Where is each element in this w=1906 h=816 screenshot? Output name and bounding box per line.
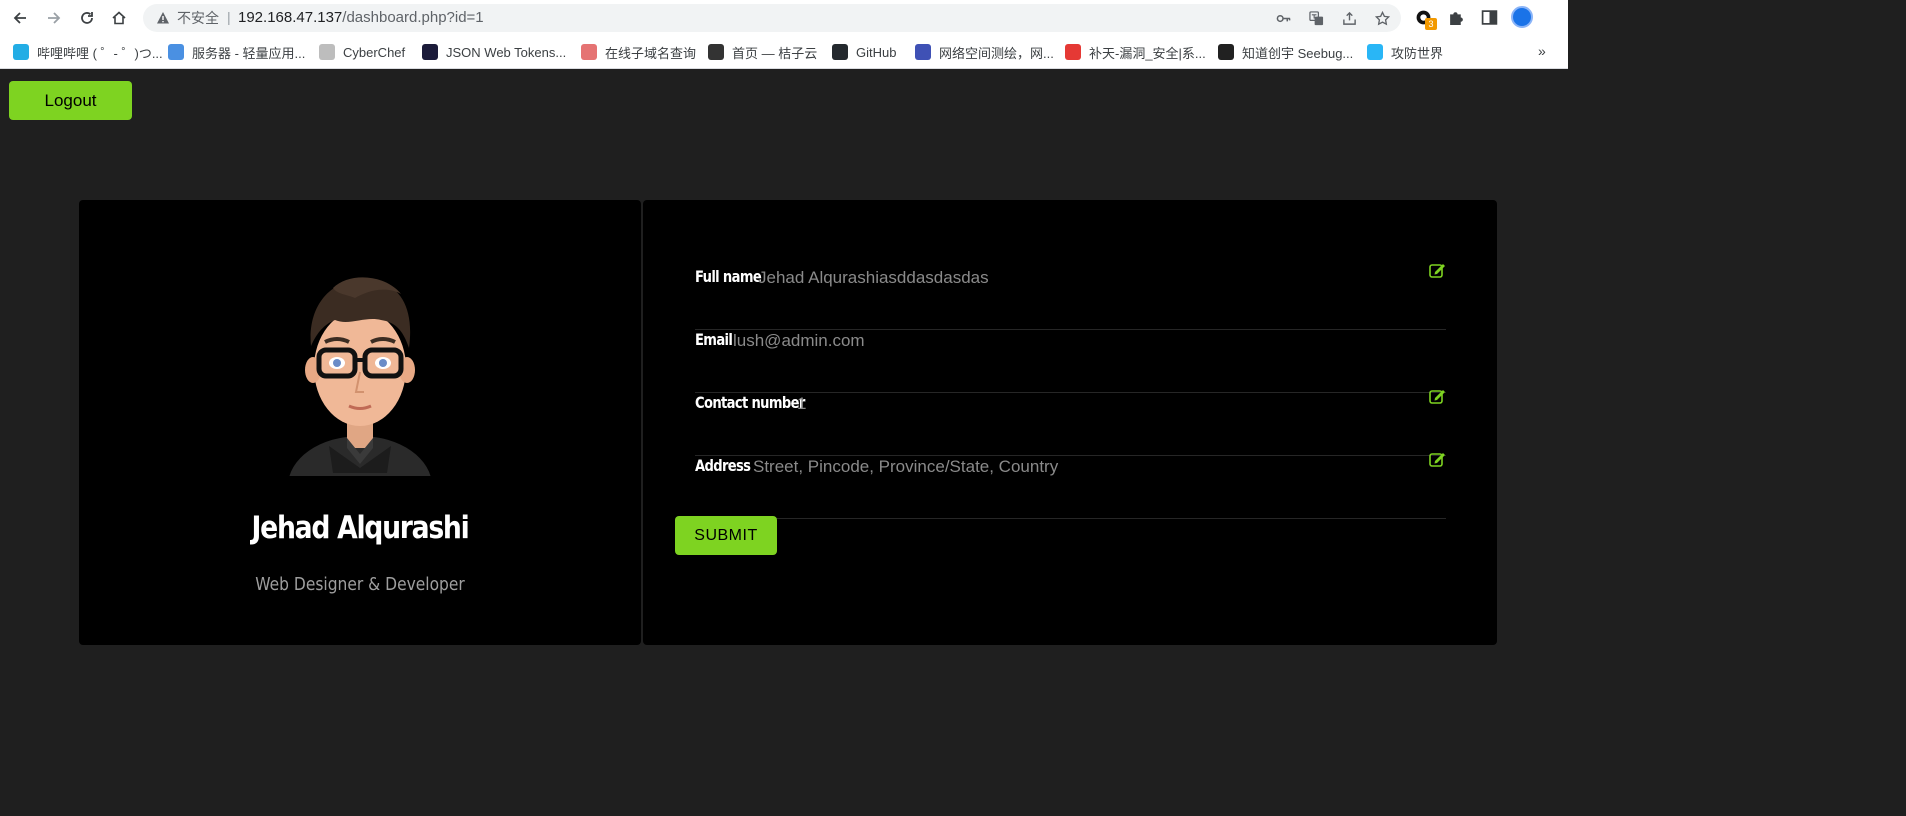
- bookmark-label: GitHub: [856, 44, 897, 60]
- submit-button[interactable]: SUBMIT: [675, 516, 777, 555]
- bookmark-star-button[interactable]: [1373, 9, 1391, 27]
- bookmark-item[interactable]: 攻防世界: [1367, 43, 1443, 61]
- fox-icon: [581, 44, 597, 60]
- address-value[interactable]: Street, Pincode, Province/State, Country: [753, 457, 1058, 477]
- extensions-menu-button[interactable]: [1445, 6, 1467, 28]
- email-value: lush@admin.com: [733, 331, 865, 350]
- arrow-left-icon: [13, 12, 26, 24]
- profile-role: Web Designer & Developer: [255, 574, 465, 595]
- seebug-icon: [1218, 44, 1234, 60]
- field-address: Address Street, Pincode, Province/State,…: [695, 453, 1446, 519]
- security-separator: |: [227, 9, 231, 25]
- chef-hat-icon: [319, 44, 335, 60]
- github-icon: [832, 44, 848, 60]
- bookmark-item[interactable]: 补天-漏洞_安全|系...: [1065, 43, 1206, 61]
- avatar: [289, 277, 431, 476]
- bookmark-label: 攻防世界: [1391, 45, 1444, 61]
- share-icon: [1342, 11, 1356, 25]
- translate-button[interactable]: [1307, 9, 1325, 27]
- edit-icon[interactable]: [1429, 451, 1446, 467]
- password-key-button[interactable]: [1274, 9, 1292, 27]
- bookmark-item[interactable]: 在线子域名查询: [581, 43, 696, 61]
- edit-icon[interactable]: [1429, 262, 1446, 278]
- translate-icon: [1308, 10, 1323, 25]
- edit-icon[interactable]: [1429, 388, 1446, 404]
- bookmark-item[interactable]: 首页 — 桔子云: [708, 43, 817, 61]
- security-label[interactable]: 不安全: [177, 9, 219, 27]
- field-label: Email: [695, 330, 733, 349]
- bookmark-label: 补天-漏洞_安全|系...: [1089, 45, 1206, 61]
- profile-name: Jehad Alqurashi: [251, 510, 470, 546]
- forward-button[interactable]: [41, 5, 67, 31]
- puzzle-icon: [1449, 11, 1463, 25]
- side-panel-icon: [1481, 9, 1497, 25]
- orange-cloud-icon: [708, 44, 724, 60]
- bookmark-label: 知道创宇 Seebug...: [1242, 45, 1354, 61]
- full-name-value[interactable]: Jehad Alqurashiasddasdasdas: [758, 268, 989, 288]
- address-bar[interactable]: 不安全 | 192.168.47.137/dashboard.php?id=1: [143, 4, 1401, 32]
- arrow-right-icon: [48, 12, 61, 24]
- reload-button[interactable]: [74, 5, 100, 31]
- url-text[interactable]: 192.168.47.137/dashboard.php?id=1: [238, 9, 484, 27]
- field-label: Contact number: [695, 393, 805, 412]
- butian-icon: [1065, 44, 1081, 60]
- bookmark-item[interactable]: 服务器 - 轻量应用...: [168, 43, 305, 61]
- field-label: Full name: [695, 267, 762, 286]
- bookmark-item[interactable]: CyberChef: [319, 43, 405, 61]
- bookmark-label: CyberChef: [343, 44, 406, 60]
- bookmarks-bar: 哔哩哔哩 ( ゜- ゜)つ... 服务器 - 轻量应用... CyberChef…: [0, 35, 1568, 69]
- bookmark-label: 网络空间测绘，网...: [939, 45, 1054, 61]
- bookmark-label: 首页 — 桔子云: [732, 45, 818, 61]
- back-button[interactable]: [7, 5, 33, 31]
- side-panel-button[interactable]: [1478, 6, 1500, 28]
- field-contact-number: Contact number 1: [695, 390, 1446, 456]
- bookmark-label: 哔哩哔哩 ( ゜- ゜)つ...: [37, 45, 163, 61]
- bilibili-icon: [13, 44, 29, 60]
- browser-toolbar: 不安全 | 192.168.47.137/dashboard.php?id=1 …: [0, 0, 1568, 35]
- jwt-icon: [422, 44, 438, 60]
- adworld-icon: [1367, 44, 1383, 60]
- contact-number-value[interactable]: 1: [797, 394, 806, 414]
- url-path: /dashboard.php?id=1: [342, 9, 484, 26]
- cloud-icon: [168, 44, 184, 60]
- share-button[interactable]: [1340, 9, 1358, 27]
- logout-button[interactable]: Logout: [9, 81, 132, 120]
- bookmark-label: JSON Web Tokens...: [446, 44, 567, 60]
- field-full-name: Full name Jehad Alqurashiasddasdasdas: [695, 264, 1446, 330]
- url-host: 192.168.47.137: [238, 9, 343, 26]
- bookmark-item[interactable]: 网络空间测绘，网...: [915, 43, 1054, 61]
- fofa-icon: [915, 44, 931, 60]
- home-button[interactable]: [106, 5, 132, 31]
- key-icon: [1276, 14, 1290, 22]
- profile-avatar[interactable]: [1511, 6, 1533, 28]
- warning-icon: [157, 12, 169, 24]
- extension-badge: 3: [1425, 18, 1437, 30]
- bookmarks-overflow-button[interactable]: »: [1538, 43, 1546, 59]
- bookmark-item[interactable]: 知道创宇 Seebug...: [1218, 43, 1353, 61]
- field-email: Email lush@admin.com: [695, 330, 1446, 393]
- bookmark-item[interactable]: JSON Web Tokens...: [422, 43, 566, 61]
- star-icon: [1374, 10, 1390, 25]
- bookmark-item[interactable]: 哔哩哔哩 ( ゜- ゜)つ...: [13, 43, 163, 61]
- home-icon: [112, 11, 126, 25]
- bookmark-label: 服务器 - 轻量应用...: [192, 45, 306, 61]
- bookmark-label: 在线子域名查询: [605, 45, 697, 61]
- field-label: Address: [695, 456, 751, 475]
- reload-icon: [81, 12, 93, 24]
- bookmark-item[interactable]: GitHub: [832, 43, 896, 61]
